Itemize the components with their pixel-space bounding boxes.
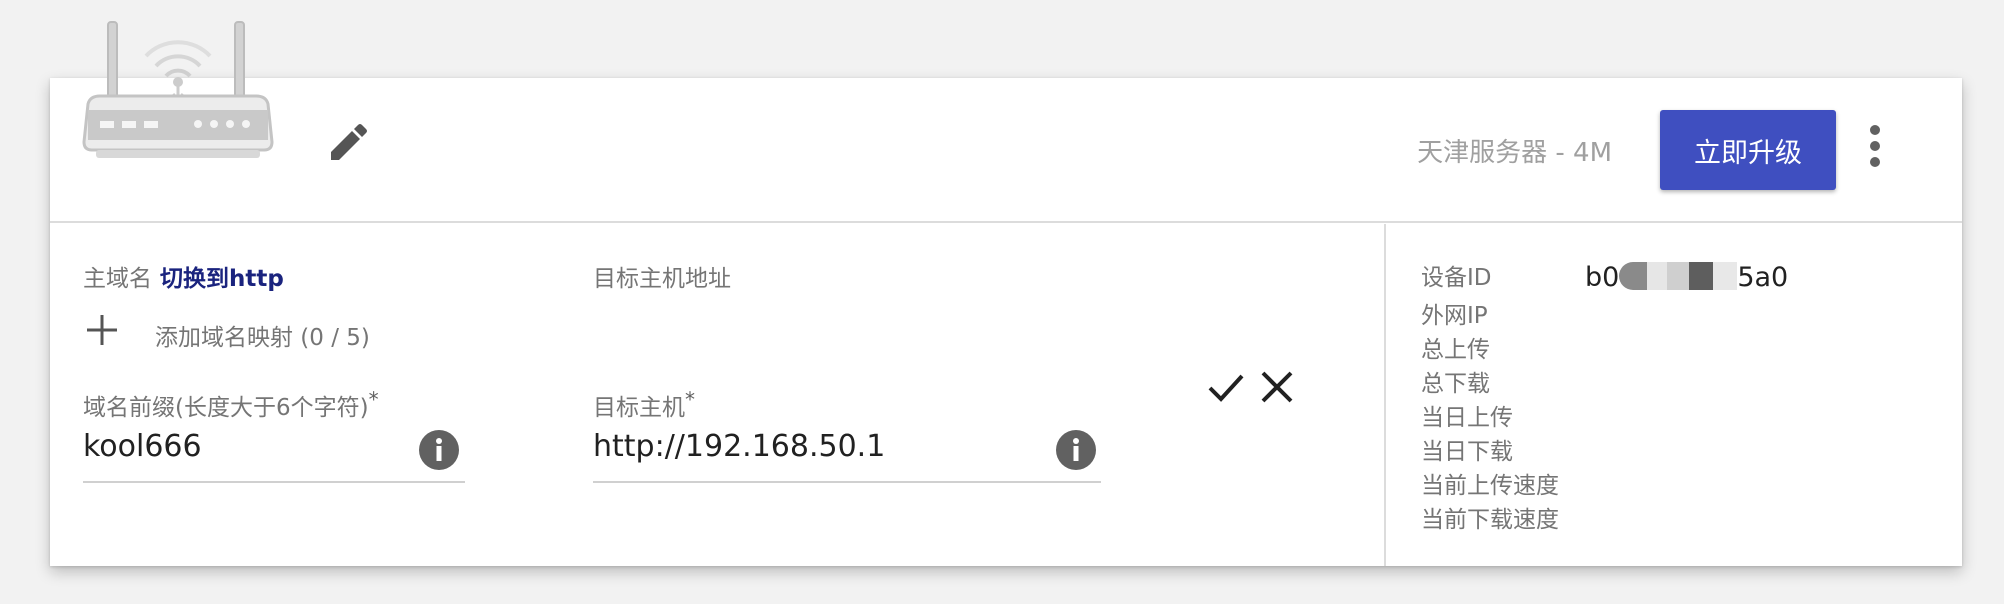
prefix-underline [83,481,465,483]
main-domain-label: 主域名 [83,266,152,292]
check-icon[interactable] [1207,368,1245,406]
redacted-block [1667,262,1690,290]
device-id-value: b0 5a0 [1585,262,1788,293]
total-upload-label: 总上传 [1421,337,1490,363]
target-host-input[interactable] [593,424,1033,468]
required-mark: * [368,387,379,412]
domain-prefix-input[interactable] [83,424,413,468]
redacted-block [1619,262,1648,290]
device-info-panel: 设备ID b0 5a0 外网IP 总上传 总下载 当日上传 当日下载 当前上传速度… [1388,224,1962,566]
target-address-label: 目标主机地址 [593,266,731,292]
current-upload-speed-label: 当前上传速度 [1421,473,1559,499]
total-download-label: 总下载 [1421,371,1490,397]
info-icon[interactable] [1055,429,1097,471]
main-domain-heading: 主域名 切换到http [83,259,284,293]
device-id-start: b0 [1585,262,1620,293]
redacted-block [1647,262,1668,290]
prefix-field-label: 域名前缀(长度大于6个字符)* [83,388,379,422]
router-icon [82,21,274,158]
mapping-panel: 主域名 切换到http 目标主机地址 添加域名映射 (0 / 5) 域名前缀(长度… [50,224,1386,566]
add-icon[interactable] [84,312,120,348]
daily-download-label: 当日下载 [1421,439,1513,465]
target-host-underline [593,481,1101,483]
target-host-label-text: 目标主机 [593,395,685,421]
daily-upload-label: 当日上传 [1421,405,1513,431]
more-vert-icon[interactable] [1860,120,1890,176]
wan-ip-label: 外网IP [1421,303,1488,329]
redacted-block [1713,262,1738,290]
add-mapping-button[interactable]: 添加域名映射 (0 / 5) [155,318,370,352]
device-id-label: 设备ID [1421,265,1492,291]
pencil-icon[interactable] [327,122,369,164]
switch-to-http-link[interactable]: 切换到http [160,266,284,292]
current-download-speed-label: 当前下载速度 [1421,507,1559,533]
prefix-label-text: 域名前缀(长度大于6个字符) [83,395,369,421]
required-mark: * [685,387,695,412]
info-icon[interactable] [418,429,460,471]
upgrade-button[interactable]: 立即升级 [1660,110,1836,190]
redacted-block [1689,262,1714,290]
device-id-end: 5a0 [1737,262,1789,293]
server-label: 天津服务器 - 4M [1417,138,1612,168]
target-host-field-label: 目标主机* [593,388,695,422]
close-icon[interactable] [1258,368,1296,406]
